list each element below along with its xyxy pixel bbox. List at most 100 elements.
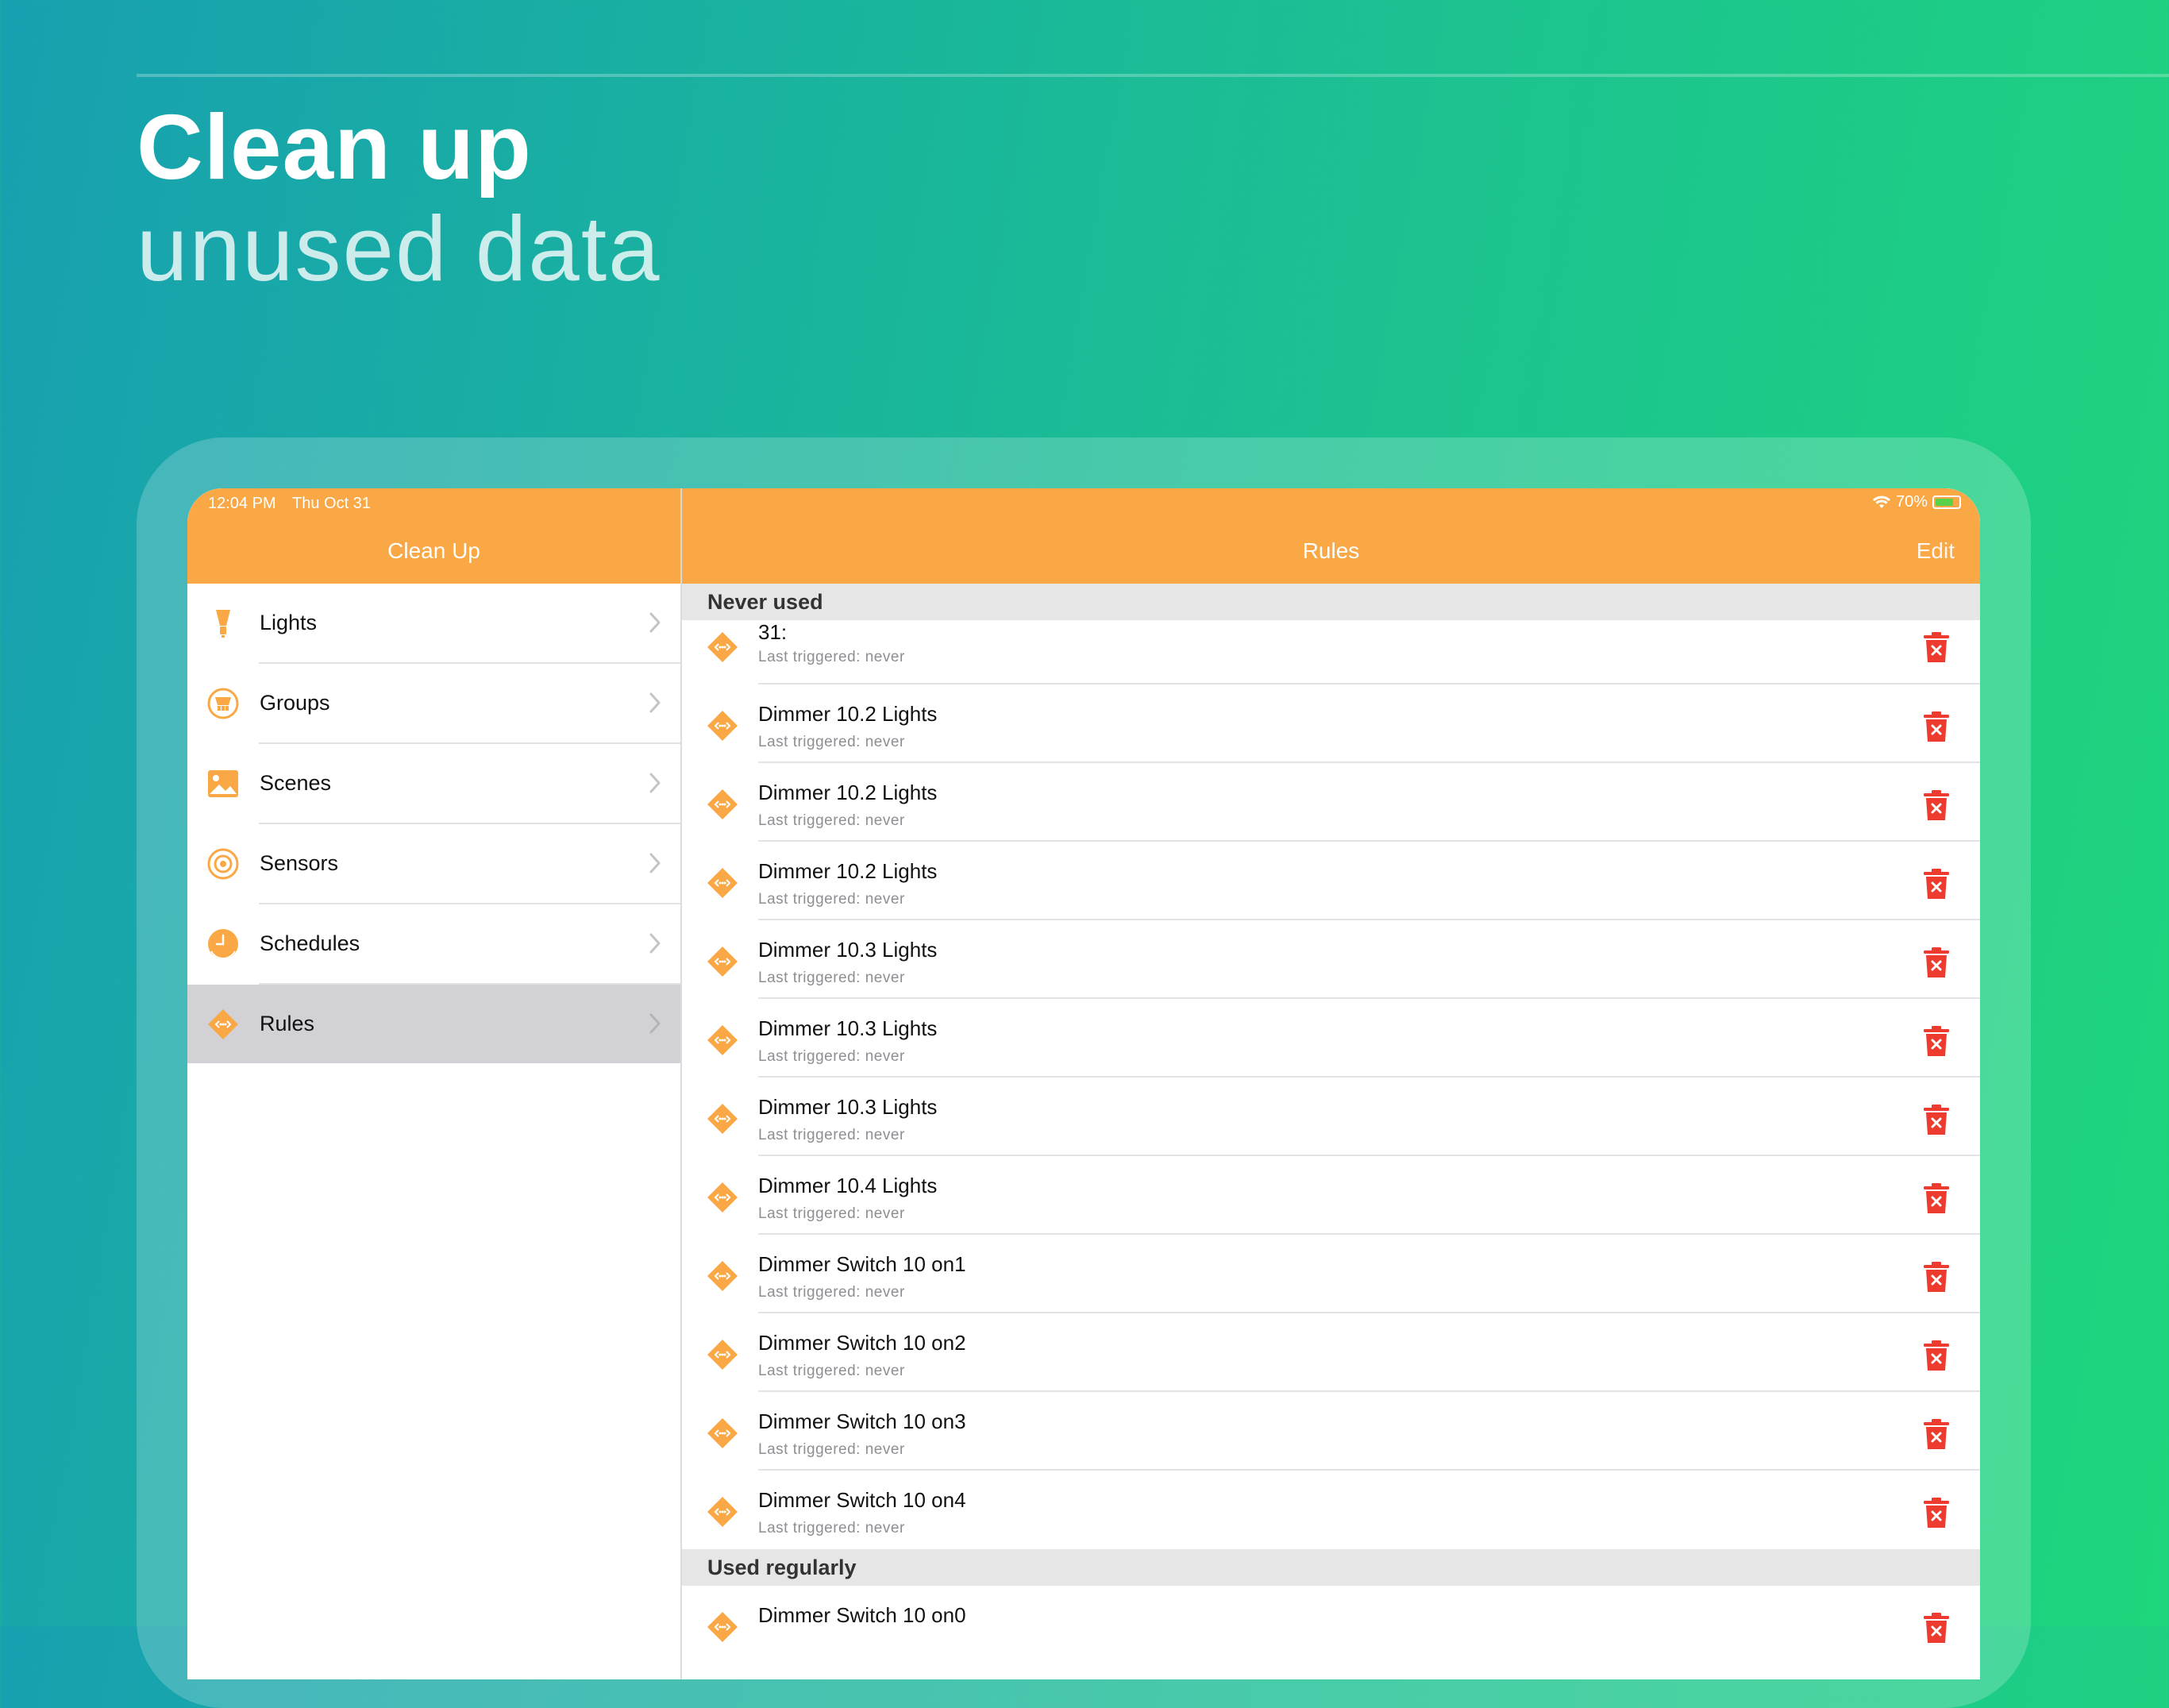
battery-percent: 70% bbox=[1895, 493, 1928, 511]
trash-delete-icon[interactable] bbox=[1923, 868, 1950, 900]
ipad-screen: 12:04 PM Thu Oct 31 70% Clean Up Lights … bbox=[187, 488, 1980, 1679]
trash-delete-icon[interactable] bbox=[1923, 1612, 1950, 1644]
battery-icon bbox=[1932, 495, 1961, 509]
sidebar-item-label: Groups bbox=[260, 691, 330, 715]
rule-last-triggered: Last triggered: never bbox=[758, 649, 905, 665]
trash-delete-icon[interactable] bbox=[1923, 631, 1950, 663]
rule-row[interactable]: Dimmer 10.2 Lights Last triggered: never bbox=[682, 684, 1980, 763]
rule-row[interactable]: Dimmer 10.2 Lights Last triggered: never bbox=[682, 842, 1980, 920]
rule-diamond-icon bbox=[208, 1009, 238, 1039]
sidebar-item-lights[interactable]: Lights bbox=[187, 584, 680, 664]
rule-title: Dimmer Switch 10 on2 bbox=[758, 1331, 966, 1355]
clock-icon bbox=[208, 929, 238, 959]
marketing-headline: Clean up unused data bbox=[137, 95, 661, 299]
rule-row[interactable]: Dimmer Switch 10 on1 Last triggered: neve… bbox=[682, 1235, 1980, 1313]
rule-title: Dimmer 10.4 Lights bbox=[758, 1174, 938, 1197]
headline-title: Clean up bbox=[137, 95, 532, 199]
trash-delete-icon[interactable] bbox=[1923, 1104, 1950, 1135]
detail-pane: Rules Edit Never used 31: Last triggered:… bbox=[682, 488, 1980, 1679]
sidebar-item-label: Sensors bbox=[260, 851, 339, 875]
top-divider-line bbox=[137, 74, 2169, 77]
rule-diamond-icon bbox=[707, 711, 738, 741]
rule-diamond-icon bbox=[707, 868, 738, 898]
rule-row[interactable]: 31: Last triggered: never bbox=[682, 620, 1980, 684]
rule-last-triggered: Last triggered: never bbox=[758, 1127, 905, 1143]
chevron-right-icon bbox=[649, 933, 661, 954]
trash-delete-icon[interactable] bbox=[1923, 1025, 1950, 1057]
rule-row[interactable]: Dimmer 10.3 Lights Last triggered: never bbox=[682, 999, 1980, 1078]
light-bulb-icon bbox=[216, 610, 230, 638]
rule-row[interactable]: Dimmer Switch 10 on0 bbox=[682, 1586, 1980, 1664]
sidebar-item-label: Rules bbox=[260, 1012, 315, 1035]
rule-diamond-icon bbox=[707, 789, 738, 819]
trash-delete-icon[interactable] bbox=[1923, 1340, 1950, 1371]
sidebar-list: Lights Groups Scenes Sensors Schedules R… bbox=[187, 584, 680, 1063]
rule-last-triggered: Last triggered: never bbox=[758, 1205, 905, 1222]
rule-diamond-icon bbox=[707, 1261, 738, 1291]
rule-row[interactable]: Dimmer 10.3 Lights Last triggered: never bbox=[682, 920, 1980, 999]
sidebar-item-schedules[interactable]: Schedules bbox=[187, 904, 680, 985]
trash-delete-icon[interactable] bbox=[1923, 947, 1950, 978]
rule-row[interactable]: Dimmer Switch 10 on4 Last triggered: neve… bbox=[682, 1471, 1980, 1549]
rule-last-triggered: Last triggered: never bbox=[758, 970, 905, 986]
rule-row[interactable]: Dimmer Switch 10 on2 Last triggered: neve… bbox=[682, 1313, 1980, 1392]
section-header-label: Used regularly bbox=[707, 1556, 857, 1579]
sidebar-title: Clean Up bbox=[387, 538, 480, 563]
rule-diamond-icon bbox=[707, 1104, 738, 1134]
detail-title: Rules bbox=[1302, 538, 1360, 563]
sidebar-item-rules[interactable]: Rules bbox=[187, 985, 680, 1063]
rule-title: Dimmer Switch 10 on4 bbox=[758, 1488, 966, 1512]
edit-button[interactable]: Edit bbox=[1917, 538, 1955, 564]
chevron-right-icon bbox=[649, 1013, 661, 1034]
rule-diamond-icon bbox=[707, 632, 738, 662]
rule-diamond-icon bbox=[707, 1418, 738, 1448]
sidebar-item-label: Schedules bbox=[260, 931, 360, 955]
trash-delete-icon[interactable] bbox=[1923, 711, 1950, 742]
status-time: 12:04 PM bbox=[208, 495, 276, 512]
rule-title: Dimmer 10.2 Lights bbox=[758, 781, 938, 804]
rule-title: Dimmer 10.2 Lights bbox=[758, 702, 938, 726]
section-header-used-regularly: Used regularly bbox=[682, 1549, 1980, 1586]
rule-diamond-icon bbox=[707, 1497, 738, 1527]
headline-subtitle: unused data bbox=[137, 197, 661, 300]
trash-delete-icon[interactable] bbox=[1923, 1497, 1950, 1529]
rule-title: Dimmer 10.3 Lights bbox=[758, 1016, 938, 1040]
rule-title: Dimmer Switch 10 on0 bbox=[758, 1603, 966, 1627]
rule-row[interactable]: Dimmer 10.3 Lights Last triggered: never bbox=[682, 1078, 1980, 1156]
sidebar-item-scenes[interactable]: Scenes bbox=[187, 744, 680, 824]
trash-delete-icon[interactable] bbox=[1923, 1261, 1950, 1293]
rule-row[interactable]: Dimmer Switch 10 on3 Last triggered: neve… bbox=[682, 1392, 1980, 1471]
sidebar-item-groups[interactable]: Groups bbox=[187, 664, 680, 744]
wifi-icon bbox=[1872, 495, 1890, 508]
rule-title: 31: bbox=[758, 620, 788, 644]
chevron-right-icon bbox=[649, 773, 661, 793]
trash-delete-icon[interactable] bbox=[1923, 1182, 1950, 1214]
rule-last-triggered: Last triggered: never bbox=[758, 1363, 905, 1379]
never-used-list: 31: Last triggered: never Dimmer 10.2 Ligh… bbox=[682, 620, 1980, 1549]
used-regularly-list: Dimmer Switch 10 on0 bbox=[682, 1586, 1980, 1664]
sidebar-item-sensors[interactable]: Sensors bbox=[187, 824, 680, 904]
rule-title: Dimmer 10.3 Lights bbox=[758, 1095, 938, 1119]
rule-last-triggered: Last triggered: never bbox=[758, 1520, 905, 1536]
rule-last-triggered: Last triggered: never bbox=[758, 1284, 905, 1301]
chevron-right-icon bbox=[649, 853, 661, 873]
rule-row[interactable]: Dimmer 10.2 Lights Last triggered: never bbox=[682, 763, 1980, 842]
chevron-right-icon bbox=[649, 612, 661, 633]
rule-diamond-icon bbox=[707, 1612, 738, 1642]
sidebar: Clean Up Lights Groups Scenes Sensors Sc… bbox=[187, 488, 680, 1679]
rule-row[interactable]: Dimmer 10.4 Lights Last triggered: never bbox=[682, 1156, 1980, 1235]
rule-last-triggered: Last triggered: never bbox=[758, 1441, 905, 1458]
status-indicators: 70% bbox=[1872, 493, 1961, 511]
trash-delete-icon[interactable] bbox=[1923, 1418, 1950, 1450]
rule-title: Dimmer 10.2 Lights bbox=[758, 859, 938, 883]
trash-delete-icon[interactable] bbox=[1923, 789, 1950, 821]
status-date: Thu Oct 31 bbox=[292, 495, 371, 512]
rule-title: Dimmer 10.3 Lights bbox=[758, 938, 938, 962]
chevron-right-icon bbox=[649, 692, 661, 713]
scenes-image-icon bbox=[208, 770, 238, 797]
section-header-label: Never used bbox=[707, 590, 823, 614]
split-view-divider bbox=[680, 488, 682, 1679]
rule-last-triggered: Last triggered: never bbox=[758, 812, 905, 829]
rule-last-triggered: Last triggered: never bbox=[758, 891, 905, 908]
section-header-never-used: Never used bbox=[682, 584, 1980, 620]
